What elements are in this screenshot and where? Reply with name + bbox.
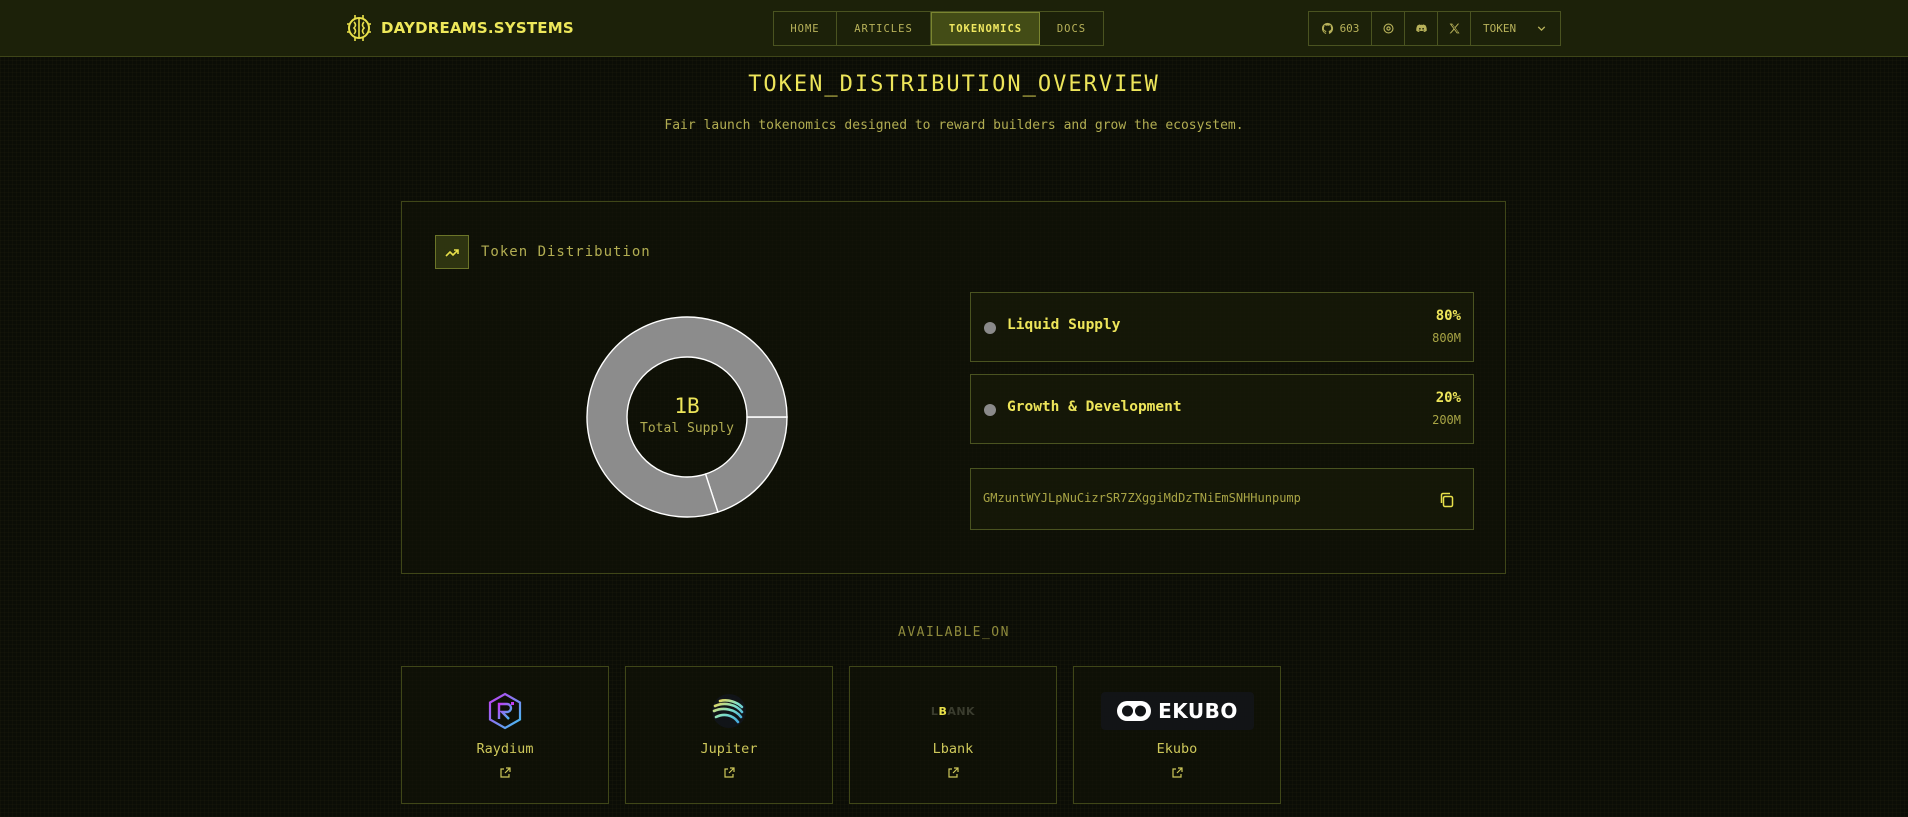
jupiter-logo-icon [712,694,746,728]
nav-tab-docs[interactable]: DOCS [1040,12,1103,45]
external-link-icon [948,767,959,778]
card-title: Token Distribution [481,244,651,260]
nav-tab-home[interactable]: HOME [774,12,837,45]
lbank-letter-b: B [938,704,948,718]
nav-tab-tokenomics[interactable]: TOKENOMICS [931,12,1040,45]
contract-address-box: GMzuntWYJLpNuCizrSR7ZXggiMdDzTNiEmSNHHun… [970,468,1474,530]
token-dropdown-label: TOKEN [1483,22,1517,35]
contract-address-text[interactable]: GMzuntWYJLpNuCizrSR7ZXggiMdDzTNiEmSNHHun… [983,491,1301,505]
github-star-count: 603 [1339,22,1360,35]
ekubo-mark-icon [1117,701,1152,721]
external-link[interactable] [402,767,608,779]
allocation-amount: 200M [1432,413,1461,427]
lbank-letters-ank: ANK [947,704,976,718]
brain-chip-icon [347,15,371,41]
lbank-wordmark: LBANK [931,705,975,718]
x-twitter-button[interactable] [1438,12,1471,45]
discord-icon [1415,24,1427,32]
main-nav-tabs: HOME ARTICLES TOKENOMICS DOCS [773,11,1104,46]
card-header: Token Distribution [435,235,651,269]
exchange-name: Raydium [476,741,534,757]
token-dropdown-button[interactable]: TOKEN [1471,12,1560,45]
total-supply-label: Total Supply [640,421,734,436]
allocation-name: Liquid Supply [1007,317,1121,333]
page-subtitle: Fair launch tokenomics designed to rewar… [664,118,1244,133]
available-on-title: AVAILABLE_ON [898,625,1010,640]
donut-center: 1B Total Supply [585,315,789,519]
legend-dot-liquid [984,322,996,334]
exchange-card-ekubo[interactable]: EKUBO Ekubo [1073,666,1281,804]
token-distribution-card: Token Distribution 1B Total Supply Liqui… [401,201,1506,574]
copy-icon[interactable] [1437,490,1457,510]
nav-tab-articles[interactable]: ARTICLES [837,12,931,45]
github-icon [1321,22,1333,34]
brand-name: DAYDREAMS.SYSTEMS [381,19,574,37]
exchange-name: Lbank [932,741,974,757]
ring-icon [1382,23,1394,34]
allocation-percent: 20% [1435,390,1461,406]
exchange-name: Ekubo [1156,741,1198,757]
legend-dot-growth [984,404,996,416]
allocation-percent: 80% [1435,308,1461,324]
allocation-name: Growth & Development [1007,399,1182,415]
brand-logo-link[interactable]: DAYDREAMS.SYSTEMS [345,14,574,42]
jupiter-logo [626,691,832,731]
allocation-row-growth: Growth & Development 20% 200M [970,374,1474,444]
ekubo-logo-badge: EKUBO [1100,692,1254,730]
exchange-card-raydium[interactable]: Raydium [401,666,609,804]
allocation-amount: 800M [1432,331,1461,345]
exchange-name: Jupiter [700,741,758,757]
donut-chart: 1B Total Supply [585,315,789,519]
top-navbar: DAYDREAMS.SYSTEMS HOME ARTICLES TOKENOMI… [0,0,1908,57]
docs-ring-button[interactable] [1372,12,1405,45]
total-supply-value: 1B [674,394,700,418]
external-link-icon [724,767,735,778]
page-title: TOKEN_DISTRIBUTION_OVERVIEW [748,72,1160,97]
allocation-row-liquid: Liquid Supply 80% 800M [970,292,1474,362]
raydium-logo [402,691,608,731]
exchange-card-lbank[interactable]: LBANK Lbank [849,666,1057,804]
external-link-icon [500,767,511,778]
chevron-down-icon [1537,26,1546,32]
github-stars-button[interactable]: 603 [1309,12,1372,45]
external-link-icon [1172,767,1183,778]
external-link[interactable] [626,767,832,779]
x-logo-icon [1449,23,1460,34]
nav-right-group: 603 TOKEN [1308,11,1561,46]
external-link[interactable] [1074,767,1280,779]
lbank-logo: LBANK [850,691,1056,731]
exchange-card-jupiter[interactable]: Jupiter [625,666,833,804]
ekubo-wordmark: EKUBO [1158,699,1238,723]
raydium-logo-icon [488,692,522,730]
discord-button[interactable] [1405,12,1438,45]
trending-up-icon [445,249,459,257]
ekubo-logo: EKUBO [1074,691,1280,731]
trend-icon-box [435,235,469,269]
external-link[interactable] [850,767,1056,779]
